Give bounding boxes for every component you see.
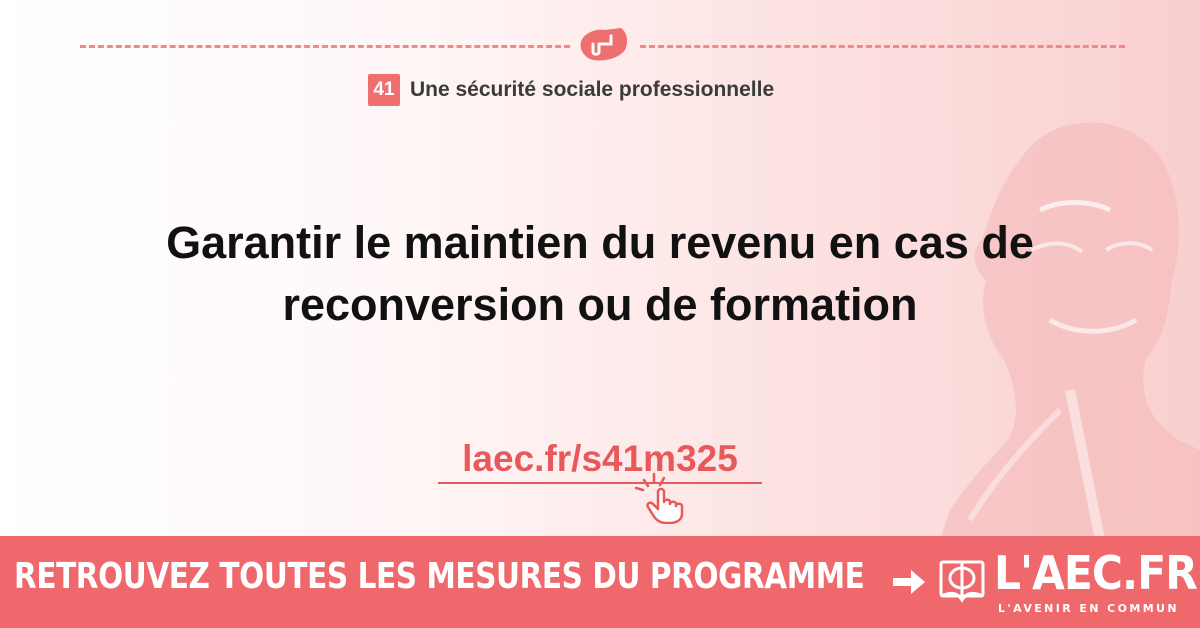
category-label: Une sécurité sociale professionnelle (410, 78, 775, 101)
phi-book-icon (939, 560, 985, 603)
headline-line-1: Garantir le maintien du revenu en cas de (166, 217, 1034, 268)
arrow-right-icon (893, 570, 925, 594)
headline-line-2: reconversion ou de formation (282, 279, 918, 330)
cta-banner[interactable]: RETROUVEZ TOUTES LES MESURES DU PROGRAMM… (0, 536, 1200, 628)
divider-left (80, 45, 570, 48)
category-number: 41 (368, 74, 400, 106)
share-card: 41 Une sécurité sociale professionnelle … (0, 0, 1200, 628)
divider-right (640, 45, 1125, 48)
link-underline (438, 482, 762, 484)
headline: Garantir le maintien du revenu en cas de… (60, 212, 1140, 336)
cta-text: RETROUVEZ TOUTES LES MESURES DU PROGRAMM… (14, 556, 865, 597)
logo-text: L'AEC.FR (994, 546, 1198, 600)
click-hand-icon (634, 472, 684, 524)
category-tag: 41 Une sécurité sociale professionnelle (368, 73, 774, 107)
program-link[interactable]: laec.fr/s41m325 (438, 438, 762, 480)
handshake-icon (580, 28, 628, 61)
logo-tagline: L'AVENIR EN COMMUN (998, 602, 1179, 615)
